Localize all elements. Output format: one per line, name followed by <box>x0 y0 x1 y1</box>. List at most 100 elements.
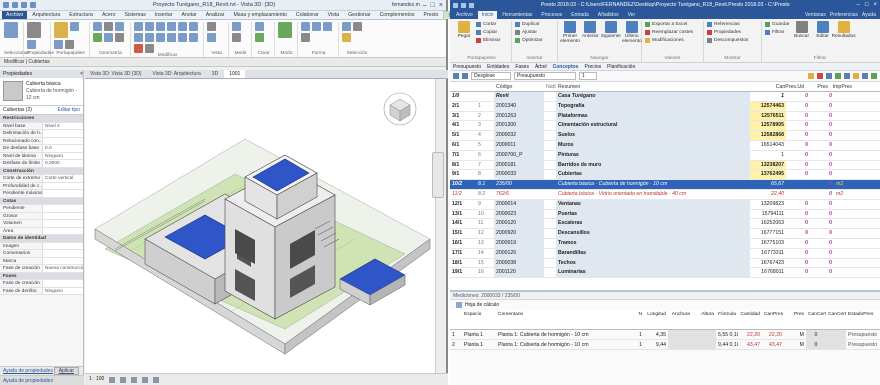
row-quantity[interactable]: 16252063 <box>750 219 786 228</box>
first-button[interactable]: Primer elemento <box>560 21 580 44</box>
revit-tab[interactable]: Archivo <box>2 11 28 19</box>
row-code[interactable]: 762/6 <box>494 190 544 199</box>
row-summary[interactable]: Barridos de muro <box>556 160 750 170</box>
property-value[interactable] <box>42 130 83 137</box>
cut-button[interactable]: Cortar <box>476 21 500 28</box>
create-parts-icon[interactable] <box>255 22 264 31</box>
property-value[interactable] <box>42 190 83 197</box>
row-code[interactable]: 2000038 <box>494 258 544 268</box>
row-price[interactable]: 0 <box>786 249 810 258</box>
row-quantity[interactable]: 16773311 <box>750 249 786 258</box>
table-row[interactable]: 1/0 Revit Casa Turégano 1 0 0 <box>450 92 880 102</box>
row-price[interactable]: 0 <box>786 102 810 111</box>
row-quantity[interactable]: 15794111 <box>750 210 786 219</box>
next-button[interactable]: Siguiente <box>601 21 621 39</box>
paste-icon[interactable] <box>54 22 68 38</box>
measure-space[interactable]: Planta 1 <box>462 340 496 349</box>
properties-section[interactable]: Restricciones <box>0 115 83 123</box>
row-code[interactable]: 2000014 <box>494 199 544 209</box>
table-row[interactable]: 15/1 12 2000920 Descansillos 16777151 0 0 <box>450 229 880 239</box>
col-code[interactable]: Código <box>494 83 544 91</box>
measure-height[interactable] <box>692 330 716 339</box>
measure-comment[interactable]: Planta 1: Cubierta de hormigón - 10 cm <box>496 340 624 349</box>
measurement-col[interactable]: EstadoPres <box>846 310 880 329</box>
revit-tab[interactable]: Presto <box>419 11 442 19</box>
revit-tab[interactable]: Insertar <box>151 11 177 19</box>
table-row[interactable]: 10/2 8.1 235/00 Cubierta básica · Cubierta … <box>450 180 880 190</box>
row-price[interactable]: 0 <box>786 151 810 160</box>
join-icon[interactable] <box>115 22 124 31</box>
row-quantity[interactable]: 12582868 <box>750 131 786 140</box>
view-bar-item[interactable]: Conceptos <box>553 63 579 70</box>
trim-icon[interactable] <box>145 33 154 42</box>
warning-icon[interactable] <box>853 73 859 79</box>
rotate-icon[interactable] <box>134 33 143 42</box>
delete-icon[interactable] <box>134 44 143 53</box>
columns-icon[interactable] <box>826 73 832 79</box>
col-amount[interactable]: ImpPres <box>830 83 854 91</box>
save-selection-icon[interactable] <box>342 22 351 31</box>
revit-tab[interactable]: Sistemas <box>121 11 150 19</box>
override-icon[interactable] <box>207 33 216 42</box>
measure-space[interactable]: Planta 1 <box>462 330 496 339</box>
measurement-row[interactable]: 1 Planta 1 Planta 1: Cubierta de hormigón … <box>450 330 880 340</box>
row-code[interactable]: 2000023 <box>494 209 544 219</box>
ribbon-item[interactable]: Exportar a Excel <box>645 21 693 28</box>
property-value[interactable]: 0.0000 <box>42 160 83 167</box>
property-value[interactable]: 0.0 <box>42 145 83 152</box>
table-row[interactable]: 11/2 8.2 762/6 Cubierta básica · Vidrio ori… <box>450 190 880 200</box>
row-quantity[interactable]: 12578905 <box>750 121 786 131</box>
tree-icon[interactable] <box>453 73 459 79</box>
measure-status[interactable]: Presupuesto <box>846 340 880 349</box>
row-summary[interactable]: Muros <box>556 140 750 150</box>
row-summary[interactable]: Puertas <box>556 209 750 219</box>
row-code[interactable]: 2001340 <box>494 101 544 111</box>
undo-icon[interactable] <box>21 2 27 8</box>
row-summary[interactable]: Pinturas <box>556 150 750 160</box>
expand-icon[interactable] <box>462 73 468 79</box>
row-quantity[interactable]: 1 <box>750 92 786 101</box>
row-summary[interactable]: Suelos <box>556 131 750 140</box>
viewport-scrollbar[interactable] <box>435 79 446 373</box>
row-summary[interactable]: Plataformas <box>556 111 750 121</box>
row-summary[interactable]: Barandillas <box>556 248 750 258</box>
mirror-axis-icon[interactable] <box>156 22 165 31</box>
cope-icon[interactable] <box>93 22 102 31</box>
minimize-icon[interactable]: – <box>857 2 860 8</box>
add-point-icon[interactable] <box>312 22 321 31</box>
property-value[interactable] <box>42 220 83 227</box>
property-value[interactable]: Nivel 2 <box>42 122 83 129</box>
view-bar-item[interactable]: Precios <box>584 63 601 70</box>
row-quantity[interactable]: 16768011 <box>750 268 786 277</box>
row-price[interactable]: 0 <box>786 112 810 121</box>
view-tab[interactable]: 3D <box>207 70 223 78</box>
table-row[interactable]: 2/1 1 2001340 Topografía 12574463 0 0 <box>450 101 880 112</box>
view-bar-item[interactable]: Presupuesto <box>453 63 481 70</box>
table-row[interactable]: 6/1 5 2000011 Muros 16514043 0 0 <box>450 140 880 151</box>
row-price[interactable]: 0 <box>786 200 810 209</box>
row-price[interactable]: 0 <box>786 219 810 228</box>
delete-button[interactable]: Eliminar <box>476 37 500 44</box>
ribbon-item[interactable]: Descompuestos <box>707 37 748 44</box>
row-code[interactable]: 2000120 <box>494 219 544 229</box>
row-quantity[interactable]: 13238207 <box>750 160 786 170</box>
export-icon[interactable] <box>871 73 877 79</box>
minimize-icon[interactable]: – <box>423 2 427 9</box>
row-code[interactable]: 2000032 <box>494 131 544 140</box>
table-row[interactable]: 16/1 13 2000919 Tramos 16775103 0 0 <box>450 238 880 249</box>
measurement-col[interactable]: Espacio <box>462 310 496 329</box>
row-price[interactable] <box>786 190 810 199</box>
view-bar-item[interactable]: Entidades <box>487 63 509 70</box>
measurement-col[interactable]: Longitud <box>644 310 668 329</box>
property-value[interactable] <box>42 227 83 234</box>
selection-filter[interactable]: Cubiertas (2) Editar tipo <box>0 106 83 115</box>
col-qty[interactable]: CanPres.Ud <box>770 83 806 91</box>
revit-status-bar[interactable]: Ayuda de propiedades <box>0 375 84 385</box>
level-combo[interactable]: 1 <box>579 72 597 80</box>
revit-tab[interactable]: Anotar <box>177 11 200 19</box>
row-price[interactable]: 0 <box>786 239 810 248</box>
measure-n[interactable]: 1 <box>624 330 644 339</box>
property-value[interactable]: Ninguno <box>42 287 83 294</box>
crop-view-icon[interactable] <box>153 377 160 383</box>
detail-level-icon[interactable] <box>109 377 116 383</box>
